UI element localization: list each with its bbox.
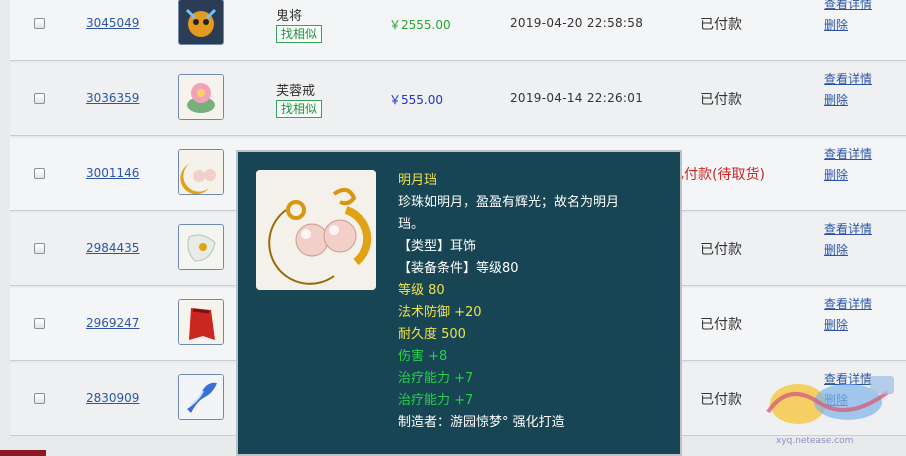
pagination-tab[interactable] [0,450,46,456]
item-name: 芙蓉戒 [276,84,316,99]
row-checkbox[interactable] [34,393,45,404]
delete-link[interactable]: 删除 [824,316,848,333]
view-detail-link[interactable]: 查看详情 [824,145,872,162]
order-id-link[interactable]: 2984435 [86,241,139,255]
order-id-link[interactable]: 2830909 [86,391,139,405]
row-checkbox[interactable] [34,168,45,179]
tooltip-desc-line2: 珰。 [398,217,425,232]
order-time: 2019-04-20 22:58:58 [510,16,644,30]
row-checkbox[interactable] [34,18,45,29]
order-status: 已付款 [700,317,742,333]
red-cape-icon[interactable] [178,299,224,345]
tooltip-maker: 制造者：游园惊梦° 强化打造 [398,415,565,430]
order-id-link[interactable]: 3036359 [86,91,139,105]
item-price: ￥555.00 [389,93,443,107]
order-status: 已付款 [700,92,742,108]
order-id-link[interactable]: 3045049 [86,16,139,30]
order-id-link[interactable]: 3001146 [86,166,139,180]
item-price: ￥2555.00 [389,18,451,32]
white-charm-icon[interactable] [178,224,224,270]
order-time: 2019-04-14 22:26:01 [510,91,644,105]
view-detail-link[interactable]: 查看详情 [824,70,872,87]
view-detail-link[interactable]: 查看详情 [824,295,872,312]
table-row: 3036359 芙蓉戒 找相似 ￥555.00 2019-04-14 22:26:01 已… [10,63,906,136]
tooltip-damage: 伤害 +8 [398,349,448,364]
lotus-ring-icon[interactable] [178,74,224,120]
order-id-link[interactable]: 2969247 [86,316,139,330]
row-checkbox[interactable] [34,93,45,104]
tooltip-item-name: 明月珰 [398,173,438,188]
tooltip-requirement: 【装备条件】等级80 [398,261,519,276]
delete-link[interactable]: 删除 [824,91,848,108]
tooltip-type: 【类型】耳饰 [398,239,477,254]
order-status: 已付款 [700,392,742,408]
find-similar-button[interactable]: 找相似 [276,25,323,43]
tooltip-level: 等级 80 [398,283,445,298]
order-status: 已付款 [700,17,742,33]
watermark-url: xyq.netease.com [776,436,854,446]
row-checkbox[interactable] [34,243,45,254]
delete-link[interactable]: 删除 [824,16,848,33]
delete-link[interactable]: 删除 [824,241,848,258]
row-checkbox[interactable] [34,318,45,329]
tooltip-durability: 耐久度 500 [398,327,466,342]
game-logo-icon: xyq.netease.com [758,372,898,452]
moon-earring-icon[interactable] [178,149,224,195]
ghost-general-icon[interactable] [178,0,224,45]
order-status: 已付款(待取货) [670,167,765,183]
view-detail-link[interactable]: 查看详情 [824,0,872,12]
tooltip-heal-1: 治疗能力 +7 [398,371,474,386]
moon-earring-icon [256,170,376,290]
delete-link[interactable]: 删除 [824,166,848,183]
table-row: 3045049 鬼将 找相似 ￥2555.00 2019-04-20 22:58:58 已… [10,0,906,61]
order-status: 已付款 [700,242,742,258]
find-similar-button[interactable]: 找相似 [276,100,323,118]
blue-sash-icon[interactable] [178,374,224,420]
item-tooltip: 明月珰 珍珠如明月，盈盈有辉光；故名为明月 珰。 【类型】耳饰 【装备条件】等级… [236,150,682,456]
tooltip-heal-2: 治疗能力 +7 [398,393,474,408]
item-name: 鬼将 [276,9,303,24]
tooltip-desc-line1: 珍珠如明月，盈盈有辉光；故名为明月 [398,195,620,210]
tooltip-magic-defense: 法术防御 +20 [398,305,482,320]
view-detail-link[interactable]: 查看详情 [824,220,872,237]
